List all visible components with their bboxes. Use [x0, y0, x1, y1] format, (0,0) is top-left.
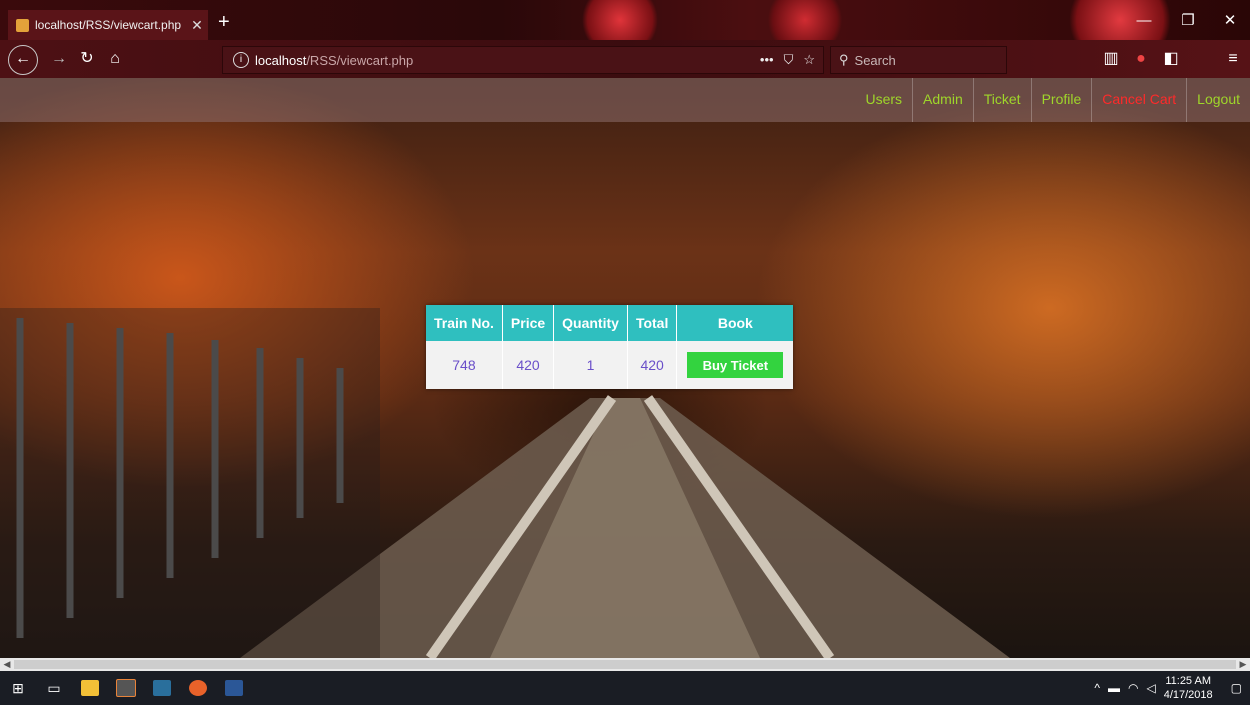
cell-total: 420 — [627, 341, 678, 389]
clock-time: 11:25 AM — [1165, 675, 1212, 687]
close-tab-icon[interactable]: ✕ — [186, 17, 208, 34]
header-quantity: Quantity — [553, 305, 628, 341]
tab-title: localhost/RSS/viewcart.php — [35, 18, 182, 32]
extension-icon[interactable]: ● — [1130, 48, 1152, 70]
page-actions-icon[interactable]: ••• — [760, 52, 774, 68]
restore-icon[interactable]: ❐ — [1168, 10, 1208, 32]
back-icon[interactable]: ← — [8, 45, 38, 75]
favicon-icon — [16, 18, 29, 32]
horizontal-scrollbar[interactable]: ◀ ▶ — [0, 658, 1250, 671]
pocket-icon[interactable]: ⛉ — [784, 52, 794, 68]
scrollbar-thumb[interactable] — [14, 660, 1236, 669]
show-hidden-icons-icon[interactable]: ^ — [1094, 681, 1100, 695]
minimize-icon[interactable]: — — [1124, 10, 1164, 32]
close-window-icon[interactable]: ✕ — [1210, 10, 1250, 32]
clock-date: 4/17/2018 — [1163, 689, 1213, 701]
windows-start-icon[interactable]: ⊞ — [0, 671, 36, 705]
header-train-no: Train No. — [426, 305, 503, 341]
battery-icon[interactable]: ▬ — [1108, 681, 1120, 695]
cell-quantity: 1 — [553, 341, 628, 389]
volume-icon[interactable]: ◁ — [1146, 681, 1155, 695]
page-background: Users Admin Ticket Profile Cancel Cart L… — [0, 78, 1250, 658]
header-total: Total — [627, 305, 678, 341]
forward-icon[interactable]: → — [48, 48, 70, 70]
header-price: Price — [502, 305, 555, 341]
nav-profile[interactable]: Profile — [1030, 78, 1092, 122]
table-row: 748 420 1 420 Buy Ticket — [426, 341, 794, 389]
library-icon[interactable]: ▥ — [1100, 48, 1122, 70]
scroll-right-icon[interactable]: ▶ — [1236, 658, 1250, 671]
browser-tab[interactable]: localhost/RSS/viewcart.php ✕ — [8, 10, 208, 40]
wifi-icon[interactable]: ◠ — [1128, 681, 1138, 695]
url-path: /RSS/viewcart.php — [306, 52, 414, 68]
nav-cancel-cart[interactable]: Cancel Cart — [1091, 78, 1186, 122]
xampp-icon[interactable] — [144, 671, 180, 705]
scroll-left-icon[interactable]: ◀ — [0, 658, 14, 671]
header-book: Book — [676, 305, 794, 341]
nav-ticket[interactable]: Ticket — [972, 78, 1031, 122]
search-placeholder: Search — [854, 52, 896, 68]
search-icon: ⚲ — [839, 52, 849, 67]
site-info-icon[interactable]: i — [233, 52, 249, 68]
notifications-icon[interactable]: ▢ — [1231, 681, 1242, 695]
search-input[interactable]: ⚲ Search — [830, 46, 1007, 74]
system-tray: ^ ▬ ◠ ◁ 11:25 AM 4/17/2018 ▢ — [1094, 674, 1250, 702]
new-tab-button[interactable]: + — [218, 12, 230, 32]
reload-icon[interactable]: ↻ — [76, 48, 98, 70]
clock[interactable]: 11:25 AM 4/17/2018 — [1164, 674, 1213, 702]
sidebar-icon[interactable]: ◧ — [1160, 48, 1182, 70]
bookmark-star-icon[interactable]: ☆ — [803, 52, 815, 68]
menu-icon[interactable]: ≡ — [1222, 48, 1244, 70]
cell-train-no: 748 — [426, 341, 503, 389]
firefox-icon[interactable] — [180, 671, 216, 705]
sublime-icon[interactable] — [108, 671, 144, 705]
task-view-icon[interactable]: ▭ — [36, 671, 72, 705]
table-header-row: Train No. Price Quantity Total Book — [426, 305, 794, 341]
nav-logout[interactable]: Logout — [1186, 78, 1250, 122]
word-icon[interactable] — [216, 671, 252, 705]
buy-ticket-button[interactable]: Buy Ticket — [687, 352, 784, 378]
home-icon[interactable]: ⌂ — [104, 48, 126, 70]
nav-users[interactable]: Users — [855, 78, 912, 122]
site-navigation: Users Admin Ticket Profile Cancel Cart L… — [0, 78, 1250, 122]
browser-titlebar: localhost/RSS/viewcart.php ✕ + — ❐ ✕ — [0, 0, 1250, 60]
url-bar[interactable]: i localhost /RSS/viewcart.php ••• ⛉ ☆ — [222, 46, 824, 74]
cell-price: 420 — [502, 341, 555, 389]
cart-table: Train No. Price Quantity Total Book 748 … — [426, 305, 794, 389]
file-explorer-icon[interactable] — [72, 671, 108, 705]
cell-book: Buy Ticket — [676, 341, 794, 389]
taskbar: ⊞ ▭ ^ ▬ ◠ ◁ 11:25 AM 4/17/2018 ▢ — [0, 671, 1250, 705]
url-host: localhost — [255, 52, 307, 68]
nav-admin[interactable]: Admin — [912, 78, 973, 122]
